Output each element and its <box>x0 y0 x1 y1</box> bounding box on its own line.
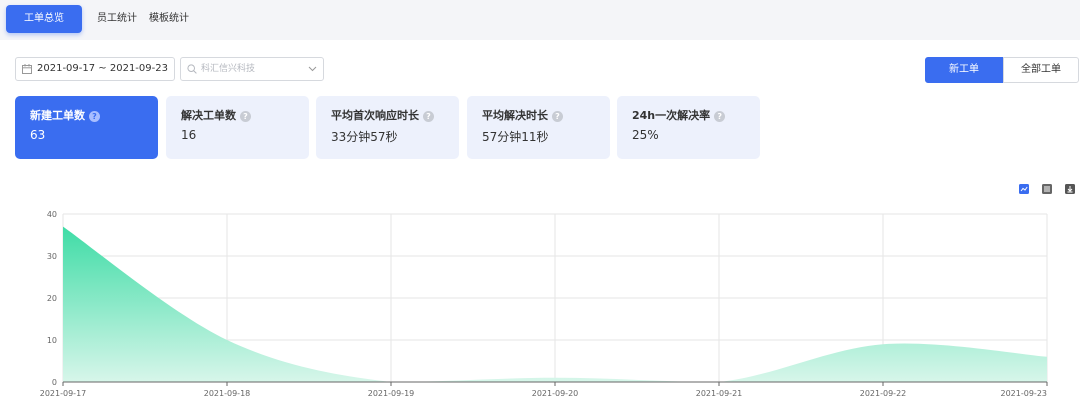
tab-staff-stats[interactable]: 员工统计 <box>97 5 137 33</box>
date-range-value: 2021-09-17 ~ 2021-09-23 <box>37 63 168 74</box>
stat-card-label: 新建工单数 <box>30 109 85 122</box>
stat-card-first-response[interactable]: 平均首次响应时长? 33分钟57秒 <box>316 96 459 159</box>
company-select[interactable]: 科汇信兴科技 <box>180 57 324 81</box>
x-tick-label: 2021-09-23 <box>1001 389 1048 398</box>
company-select-placeholder: 科汇信兴科技 <box>201 64 256 74</box>
help-icon[interactable]: ? <box>714 110 726 122</box>
stat-card-value: 33分钟57秒 <box>331 130 398 144</box>
stat-card-resolve-time[interactable]: 平均解决时长? 57分钟11秒 <box>467 96 610 159</box>
y-tick-label: 30 <box>47 252 57 261</box>
chevron-down-icon <box>308 66 317 72</box>
stat-card-value: 16 <box>181 128 197 142</box>
tab-template-stats[interactable]: 模板统计 <box>149 5 189 33</box>
stat-card-label: 平均解决时长 <box>482 109 548 122</box>
help-icon[interactable]: ? <box>89 110 100 122</box>
x-tick-label: 2021-09-21 <box>696 389 743 398</box>
tab-ticket-overview[interactable]: 工单总览 <box>6 5 82 33</box>
stat-card-value: 63 <box>30 128 46 142</box>
x-tick-label: 2021-09-18 <box>204 389 251 398</box>
line-chart-icon[interactable] <box>1019 184 1029 194</box>
stat-card-value: 25% <box>632 128 659 142</box>
y-tick-label: 10 <box>47 336 57 345</box>
top-tab-bar: 工单总览 员工统计 模板统计 <box>0 0 1080 40</box>
calendar-icon <box>22 64 32 74</box>
stat-card-label: 24h一次解决率 <box>632 109 711 122</box>
stat-card-first-contact-rate[interactable]: 24h一次解决率? 25% <box>617 96 760 159</box>
help-icon[interactable]: ? <box>423 110 434 122</box>
help-icon[interactable]: ? <box>552 110 563 122</box>
new-tickets-toggle[interactable]: 新工单 <box>925 57 1003 83</box>
download-icon[interactable] <box>1065 184 1075 194</box>
stat-card-value: 57分钟11秒 <box>482 130 549 144</box>
y-tick-label: 20 <box>47 294 57 303</box>
x-tick-label: 2021-09-22 <box>860 389 907 398</box>
all-tickets-toggle[interactable]: 全部工单 <box>1003 57 1079 83</box>
stat-card-new-tickets[interactable]: 新建工单数? 63 <box>15 96 158 159</box>
help-icon[interactable]: ? <box>240 110 251 122</box>
x-tick-label: 2021-09-19 <box>368 389 415 398</box>
date-range-picker[interactable]: 2021-09-17 ~ 2021-09-23 <box>15 57 175 81</box>
stat-card-resolved-tickets[interactable]: 解决工单数? 16 <box>166 96 309 159</box>
table-view-icon[interactable] <box>1042 184 1052 194</box>
y-tick-label: 40 <box>47 210 57 219</box>
x-tick-label: 2021-09-17 <box>40 389 87 398</box>
stat-card-label: 解决工单数 <box>181 109 236 122</box>
stat-card-label: 平均首次响应时长 <box>331 109 419 122</box>
search-icon <box>187 64 197 74</box>
x-tick-label: 2021-09-20 <box>532 389 579 398</box>
ticket-trend-chart: 2021-09-17 2021-09-18 2021-09-19 2021-09-20… <box>40 210 1048 398</box>
y-tick-label: 0 <box>52 378 57 387</box>
